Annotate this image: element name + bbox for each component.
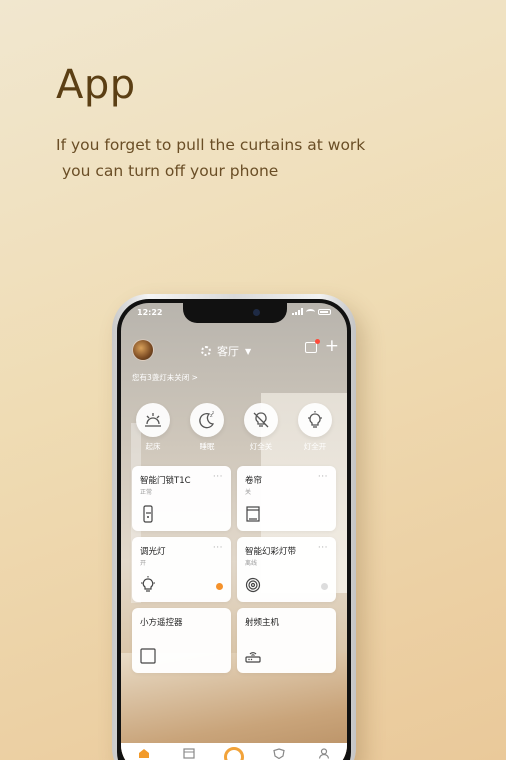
scene-label: 灯全开: [303, 442, 327, 451]
bulb-icon: [141, 576, 155, 592]
room-selector[interactable]: 客厅 ▼: [201, 343, 251, 359]
phone-notch: [183, 303, 287, 323]
device-status: 开: [140, 560, 147, 567]
nav-center[interactable]: [219, 747, 249, 760]
bulb-on-icon: [298, 403, 332, 437]
scene-label: 起床: [145, 442, 161, 451]
page-subtitle: If you forget to pull the curtains at wo…: [56, 132, 436, 184]
remote-icon: [140, 648, 156, 664]
room-name: 客厅: [217, 345, 239, 358]
app-topbar: 客厅 ▼ +: [121, 325, 347, 361]
promo-page: App If you forget to pull the curtains a…: [0, 0, 506, 760]
device-card-light-strip[interactable]: 智能幻彩灯带 离线 ···: [237, 537, 336, 602]
device-title: 智能门锁T1C: [140, 476, 191, 486]
nav-profile[interactable]: 我的: [309, 748, 339, 760]
nav-home[interactable]: 首页: [129, 748, 159, 760]
wifi-icon: [306, 308, 315, 315]
scene-wake[interactable]: 起床: [136, 403, 170, 452]
door-lock-icon: [143, 505, 153, 523]
phone-screen: 12:22 客厅 ▼ + 您有3盏灯未关闭 > 起床 z z 睡眠 灯全关 灯全…: [121, 303, 347, 760]
page-title: App: [56, 62, 136, 108]
scene-row: 起床 zz 睡眠 灯全关 灯全开: [126, 403, 342, 452]
more-icon[interactable]: ···: [318, 472, 328, 482]
scene-label: 睡眠: [199, 442, 215, 451]
add-icon[interactable]: +: [325, 338, 339, 355]
bottom-nav: 首页 场景 安防 我的: [121, 743, 347, 760]
phone-mockup: 12:22 客厅 ▼ + 您有3盏灯未关闭 > 起床 z z 睡眠 灯全关 灯全…: [112, 294, 356, 760]
moon-icon: zz: [190, 403, 224, 437]
scene-label: 灯全关: [249, 442, 273, 451]
status-icons: [292, 308, 331, 315]
device-card-door-lock[interactable]: 智能门锁T1C 正常 ···: [132, 466, 231, 531]
signal-icon: [292, 308, 303, 315]
nav-scene[interactable]: 场景: [174, 748, 204, 760]
power-indicator[interactable]: [216, 583, 223, 590]
device-title: 调光灯: [140, 547, 166, 557]
device-title: 小方遥控器: [140, 618, 183, 628]
profile-icon: [319, 748, 330, 759]
lights-on-notice[interactable]: 您有3盏灯未关闭 >: [132, 372, 198, 383]
device-card-curtain[interactable]: 卷帘 关 ···: [237, 466, 336, 531]
device-card-dimmer-light[interactable]: 调光灯 开 ···: [132, 537, 231, 602]
device-title: 智能幻彩灯带: [245, 547, 297, 557]
message-icon[interactable]: [305, 339, 320, 353]
status-time: 12:22: [137, 308, 163, 317]
device-card-rf-hub[interactable]: 射频主机: [237, 608, 336, 673]
scene-icon: [183, 748, 195, 759]
scene-sleep[interactable]: zz 睡眠: [190, 403, 224, 452]
bulb-off-icon: [244, 403, 278, 437]
scene-lights-on[interactable]: 灯全开: [298, 403, 332, 452]
sunrise-icon: [136, 403, 170, 437]
device-title: 射频主机: [245, 618, 280, 628]
avatar[interactable]: [132, 339, 154, 361]
subtitle-line-2: you can turn off your phone: [62, 162, 279, 180]
more-icon[interactable]: ···: [318, 543, 328, 553]
rf-hub-icon: [245, 652, 261, 663]
home-icon: [138, 749, 149, 758]
chevron-down-icon: ▼: [245, 346, 252, 356]
shield-icon: [273, 748, 285, 759]
front-camera: [253, 309, 260, 316]
more-icon[interactable]: ···: [213, 472, 223, 482]
device-card-remote[interactable]: 小方遥控器: [132, 608, 231, 673]
device-status: 正常: [140, 489, 153, 496]
device-grid: 智能门锁T1C 正常 ··· 卷帘 关 ··· 调光灯 开 ··· 智能幻彩灯带…: [132, 466, 338, 673]
nav-security[interactable]: 安防: [264, 748, 294, 760]
power-indicator[interactable]: [321, 583, 328, 590]
battery-icon: [318, 308, 331, 315]
device-title: 卷帘: [245, 476, 263, 486]
light-strip-icon: [245, 577, 261, 593]
device-status: 关: [245, 489, 252, 496]
more-icon[interactable]: ···: [213, 543, 223, 553]
device-status: 离线: [245, 560, 258, 567]
loading-spinner-icon: [201, 346, 211, 356]
center-ring-icon: [223, 747, 244, 760]
subtitle-line-1: If you forget to pull the curtains at wo…: [56, 136, 366, 154]
scene-lights-off[interactable]: 灯全关: [244, 403, 278, 452]
svg-text:z: z: [212, 411, 214, 415]
curtain-icon: [246, 506, 260, 522]
